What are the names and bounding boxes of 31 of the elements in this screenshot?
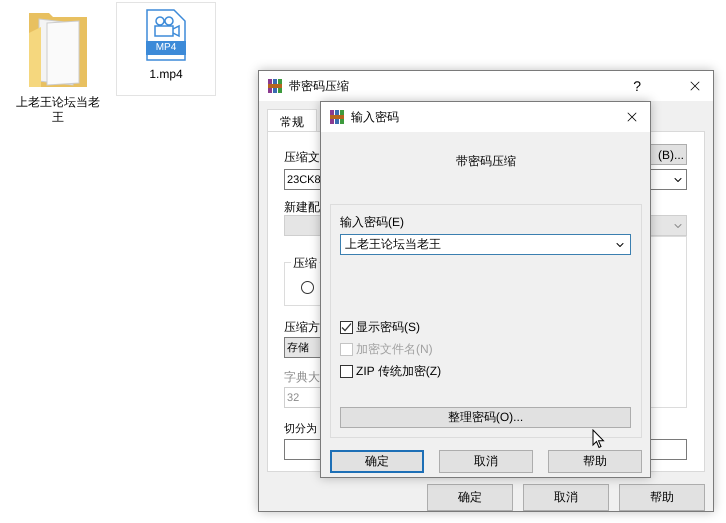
help-button[interactable]: ? (633, 78, 641, 94)
desktop-icon[interactable]: 上老王论坛当老王 (8, 2, 108, 126)
field-label: 压缩方 (284, 320, 320, 334)
archive-app-icon (329, 109, 345, 125)
field-label: 输入密码(E) (340, 215, 404, 230)
dialog-button[interactable]: 确定 (330, 450, 424, 473)
dialog-heading: 带密码压缩 (455, 153, 517, 170)
radio-button[interactable] (301, 281, 314, 294)
tab[interactable]: 常规 (267, 109, 317, 131)
field-label: 切分为 (284, 423, 317, 435)
password-field[interactable]: 上老王论坛当老王 (340, 234, 631, 255)
archive-app-icon (267, 78, 283, 94)
dialog-button[interactable]: 帮助 (548, 450, 642, 473)
window-title: 输入密码 (351, 108, 400, 126)
window-title: 带密码压缩 (289, 78, 350, 94)
dialog-button[interactable]: 取消 (439, 450, 533, 473)
checkbox-option[interactable]: ZIP 传统加密(Z) (340, 363, 631, 380)
checkmark-icon (341, 322, 352, 333)
icon-label: 1.mp4 (148, 67, 184, 82)
dialog-button[interactable]: 帮助 (619, 484, 705, 511)
desktop-icon[interactable]: MP4 1.mp4 (116, 2, 216, 96)
dialog-button[interactable]: 取消 (523, 484, 609, 511)
field-label: 新建配 (284, 200, 320, 214)
manage-passwords-button[interactable]: 整理密码(O)... (340, 407, 631, 428)
field-label: 压缩文 (284, 150, 320, 164)
dialog-button[interactable]: 确定 (427, 484, 513, 511)
icon-label: 上老王论坛当老王 (15, 95, 101, 125)
checkbox-option[interactable]: 显示密码(S) (340, 319, 631, 336)
pointer-cursor-icon (592, 429, 606, 449)
file-type-label: MP4 (146, 41, 186, 55)
field-label: 字典大 (284, 370, 320, 384)
